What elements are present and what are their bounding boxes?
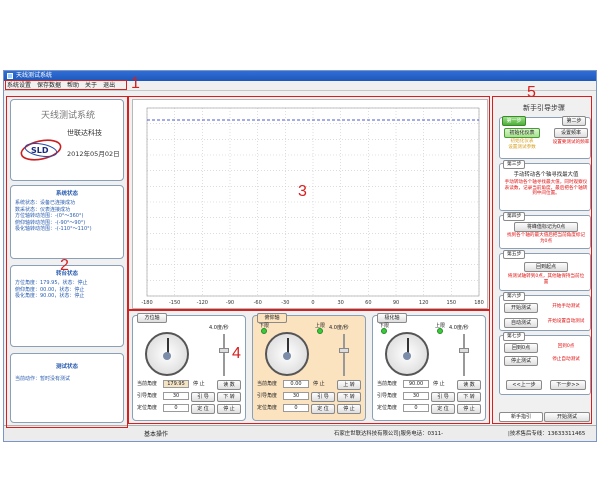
control-region-box	[128, 310, 490, 424]
callout-4: 4	[232, 345, 241, 362]
status-service: |技术售后专线：13633311465	[508, 431, 586, 437]
guide-region-box	[492, 96, 592, 424]
callout-1: 1	[131, 75, 140, 92]
status-company: 石家庄世联达科技有限公司|服务电话：0311-	[334, 431, 444, 437]
window-title: 天线测试系统	[16, 72, 53, 79]
status-mode: 基本操作	[144, 431, 169, 438]
chart-region-box	[128, 96, 490, 310]
menu-region-box	[5, 80, 127, 90]
callout-5: 5	[527, 84, 536, 101]
callout-3: 3	[298, 183, 307, 200]
callout-2: 2	[60, 257, 69, 274]
app-icon	[7, 73, 13, 79]
